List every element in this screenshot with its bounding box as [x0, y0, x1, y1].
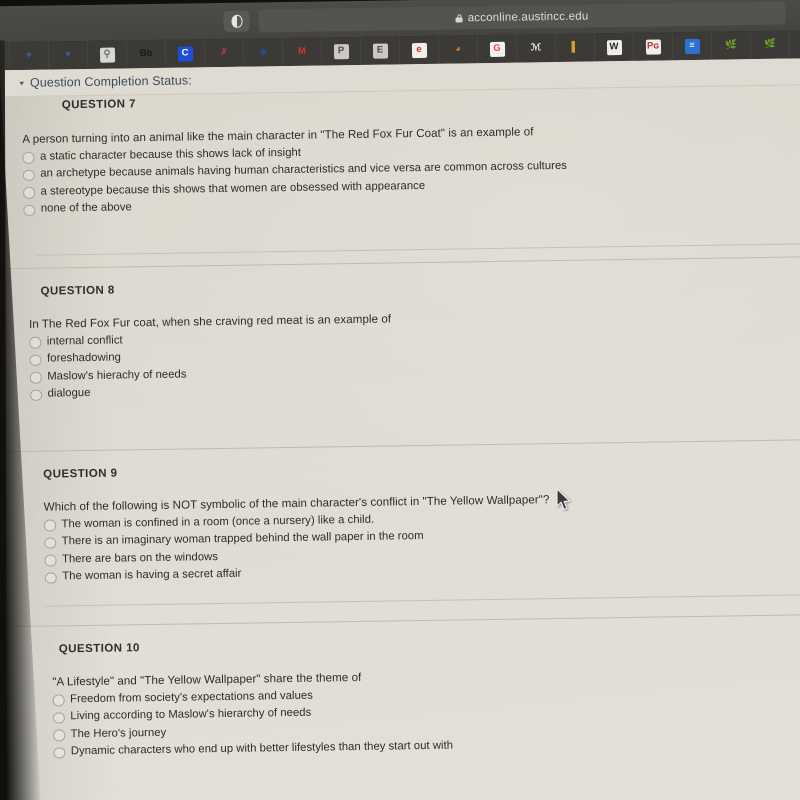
c-icon: C — [177, 45, 193, 62]
question-body: Which of the following is NOT symbolic o… — [44, 488, 800, 584]
w-bookmark[interactable]: W — [594, 32, 635, 62]
x-bookmark[interactable]: ✗ — [204, 38, 245, 68]
firefox-bookmark[interactable]: ◕ — [438, 35, 479, 64]
answer-choice-label: Living according to Maslow's hierarchy o… — [70, 706, 312, 723]
question-body: "A Lifestyle" and "The Yellow Wallpaper"… — [52, 663, 800, 759]
question-heading: QUESTION 8 — [40, 284, 115, 298]
drop-bookmark[interactable]: ◆ — [243, 38, 284, 67]
question-heading: QUESTION 10 — [58, 642, 140, 656]
section-divider — [0, 254, 800, 270]
reader-shield-icon[interactable] — [223, 10, 250, 32]
heart-bookmark-1[interactable]: ♥ — [9, 41, 50, 71]
radio-button[interactable] — [52, 711, 65, 724]
questions-container: QUESTION 7 A person turning into an anima… — [0, 83, 800, 800]
question-heading: QUESTION 9 — [43, 467, 118, 481]
plant-bookmark-1[interactable]: 🌿 — [711, 31, 752, 60]
question-block: QUESTION 8 In The Red Fox Fur coat, when … — [0, 254, 800, 607]
radio-button[interactable] — [23, 204, 35, 216]
section-divider — [3, 612, 800, 628]
answer-choice-label: Maslow's hierachy of needs — [47, 368, 187, 383]
heart-2-icon: ♥ — [65, 49, 71, 61]
radio-button[interactable] — [22, 151, 35, 164]
radio-button[interactable] — [52, 694, 65, 707]
m-icon: ℳ — [530, 42, 542, 54]
answer-choice-label: The Hero's journey — [70, 726, 167, 740]
blackboard-bookmark[interactable]: Bb — [126, 39, 167, 69]
flag-bookmark[interactable]: ▌ — [555, 33, 596, 62]
p-bookmark[interactable]: P — [321, 36, 362, 66]
question-heading: QUESTION 7 — [61, 98, 137, 112]
flag-icon: ▌ — [571, 41, 579, 54]
lock-icon — [456, 14, 463, 22]
plant-1-icon: 🌿 — [724, 39, 737, 51]
answer-choice-label: There are bars on the windows — [61, 550, 219, 565]
menu-icon: ≡ — [684, 38, 700, 54]
e-1-icon: E — [372, 42, 388, 59]
lock-app-icon: ⚲ — [99, 47, 115, 63]
question-completion-status-label: Question Completion Status: — [29, 73, 192, 90]
answer-choice-label: The woman is having a secret affair — [62, 567, 242, 583]
radio-button[interactable] — [29, 389, 42, 401]
question-block: QUESTION 10 "A Lifestyle" and "The Yellow… — [3, 612, 800, 759]
laptop-screen-photo: acconline.austincc.edu ✉♥♥⚲BbC✗◆MPEe◕Gℳ▌… — [0, 0, 800, 800]
answer-choice-label: dialogue — [47, 386, 91, 400]
plant-2-icon: 🌿 — [763, 38, 776, 51]
blackboard-icon: Bb — [139, 48, 153, 60]
answer-choice-label: a stereotype because this shows that wom… — [40, 179, 426, 198]
question-body: A person turning into an animal like the… — [22, 120, 800, 216]
mouse-pointer-icon — [556, 489, 571, 511]
radio-button[interactable] — [44, 536, 56, 549]
answer-choice-label: foreshadowing — [46, 351, 122, 365]
answer-choice-label: Dynamic characters who end up with bette… — [70, 739, 454, 758]
lock-app-bookmark[interactable]: ⚲ — [87, 40, 128, 69]
pg-bookmark[interactable]: Pɢ — [633, 32, 674, 61]
page-content: ▾ Question Completion Status: QUESTION 7… — [0, 56, 800, 800]
drop-icon: ◆ — [259, 46, 267, 58]
answer-choice-label: Freedom from society's expectations and … — [70, 689, 313, 705]
menu-bookmark[interactable]: ≡ — [672, 31, 713, 61]
pg-icon: Pɢ — [645, 38, 661, 55]
question-divider — [45, 592, 800, 607]
gmail-bookmark[interactable]: M — [282, 37, 323, 67]
radio-button[interactable] — [43, 519, 56, 532]
question-body: In The Red Fox Fur coat, when she cravin… — [29, 305, 800, 401]
c-bookmark[interactable]: C — [165, 39, 206, 68]
w-icon: W — [606, 39, 622, 55]
answer-choice-label: an archetype because animals having huma… — [40, 159, 567, 180]
address-bar-url: acconline.austincc.edu — [467, 10, 589, 24]
plant-bookmark-2[interactable]: 🌿 — [750, 30, 791, 60]
answer-choice-label: internal conflict — [46, 333, 123, 348]
radio-button[interactable] — [22, 169, 35, 181]
radio-button[interactable] — [29, 371, 42, 384]
answer-choice-label: a static character because this shows la… — [39, 146, 302, 163]
x-icon: ✗ — [219, 47, 229, 59]
google-icon: G — [489, 41, 505, 57]
radio-button[interactable] — [53, 746, 65, 759]
browser-window: acconline.austincc.edu ✉♥♥⚲BbC✗◆MPEe◕Gℳ▌… — [0, 0, 800, 800]
e-bookmark-2[interactable]: e — [399, 35, 440, 65]
e-bookmark-1[interactable]: E — [360, 36, 401, 65]
m-bookmark[interactable]: ℳ — [516, 33, 557, 63]
radio-button[interactable] — [44, 571, 57, 584]
radio-button[interactable] — [53, 729, 65, 742]
heart-bookmark-2[interactable]: ♥ — [48, 40, 89, 70]
e-2-icon: e — [411, 42, 427, 58]
gmail-icon: M — [297, 45, 307, 58]
answer-choice-label: The woman is confined in a room (once a … — [61, 513, 375, 530]
chevron-down-icon[interactable]: ▾ — [19, 78, 24, 87]
radio-button[interactable] — [29, 336, 41, 349]
question-block: QUESTION 9 Which of the following is NOT … — [0, 437, 800, 584]
radio-button[interactable] — [29, 354, 42, 366]
radio-button[interactable] — [22, 186, 35, 199]
answer-choice-label: none of the above — [40, 201, 132, 215]
section-divider — [0, 437, 800, 453]
google-bookmark[interactable]: G — [477, 34, 518, 64]
heart-1-icon: ♥ — [26, 50, 32, 62]
radio-button[interactable] — [44, 554, 57, 567]
shield-glyph — [230, 14, 243, 28]
answer-choice-label: There is an imaginary woman trapped behi… — [61, 530, 424, 548]
question-divider — [36, 241, 800, 256]
p-icon: P — [333, 43, 349, 59]
firefox-icon: ◕ — [455, 43, 461, 55]
